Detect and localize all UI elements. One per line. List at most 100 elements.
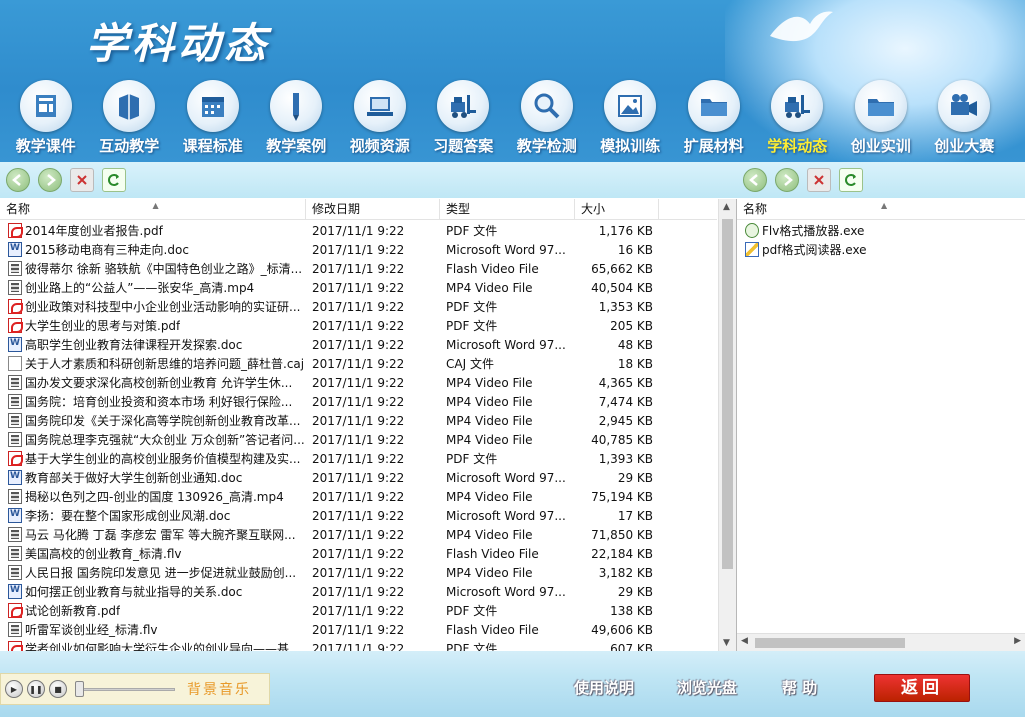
arrow-left-icon <box>749 174 758 186</box>
file-date: 2017/11/1 9:22 <box>312 451 405 466</box>
return-button[interactable]: 返回 <box>874 674 970 702</box>
file-row[interactable]: 学者创业如何影响大学衍生企业的创业导向——基... 2017/11/1 9:22 P… <box>0 639 659 651</box>
vertical-scrollbar[interactable]: ▲ ▼ <box>718 199 736 651</box>
back-nav-button[interactable] <box>6 168 30 192</box>
nav-item-7[interactable]: 模拟训练 <box>589 80 673 156</box>
nav-item-2[interactable]: 课程标准 <box>171 80 255 156</box>
refresh-button[interactable] <box>102 168 126 192</box>
nav-label: 教学课件 <box>15 137 76 155</box>
file-row[interactable]: 国务院印发《关于深化高等学院创新创业教育改革... 2017/11/1 9:22 M… <box>0 411 659 430</box>
nav-item-4[interactable]: 视频资源 <box>338 80 422 156</box>
scroll-right-icon[interactable]: ▶ <box>1014 636 1021 646</box>
file-row[interactable]: 国务院总理李克强就“大众创业 万众创新”答记者问... 2017/11/1 9:2… <box>0 430 659 449</box>
column-size[interactable]: 大小 <box>575 199 659 220</box>
nav-item-1[interactable]: 互动教学 <box>88 80 172 156</box>
file-date: 2017/11/1 9:22 <box>312 261 405 276</box>
nav-item-9[interactable]: 学科动态 <box>756 80 840 156</box>
refresh-button-right[interactable] <box>839 168 863 192</box>
forward-nav-button[interactable] <box>38 168 62 192</box>
file-row[interactable]: 李扬：要在整个国家形成创业风潮.doc 2017/11/1 9:22 Microso… <box>0 506 659 525</box>
back-nav-button-right[interactable] <box>743 168 767 192</box>
file-row[interactable]: 创业路上的“公益人”——张安华_高清.mp4 2017/11/1 9:22 MP4 … <box>0 278 659 297</box>
file-size: 138 KB <box>610 603 653 618</box>
file-row[interactable]: 国办发文要求深化高校创新创业教育 允许学生休... 2017/11/1 9:22 M… <box>0 373 659 392</box>
file-size: 65,662 KB <box>591 261 653 276</box>
nav-item-3[interactable]: 教学案例 <box>255 80 339 156</box>
file-row[interactable]: 高职学生创业教育法律课程开发探索.doc 2017/11/1 9:22 Micros… <box>0 335 659 354</box>
nav-label: 创业大赛 <box>934 137 995 155</box>
file-size: 49,606 KB <box>591 622 653 637</box>
app-header: 学科动态 教学课件 互动教学 课程标准 教学案例 视频资源 习题答案 教学检测 模拟训练 扩展材… <box>0 0 1025 162</box>
file-type: Flash Video File <box>446 546 539 561</box>
file-row[interactable]: pdf格式阅读器.exe <box>737 240 1017 259</box>
file-size: 29 KB <box>617 584 653 599</box>
help-button[interactable]: 帮 助 <box>782 677 817 698</box>
file-name-cell: 国办发文要求深化高校创新创业教育 允许学生休... <box>0 374 306 391</box>
manual-button[interactable]: 使用说明 <box>574 677 634 698</box>
book-icon <box>103 80 156 132</box>
scroll-left-icon[interactable]: ◀ <box>741 636 748 646</box>
file-name-cell: 高职学生创业教育法律课程开发探索.doc <box>0 336 306 353</box>
file-date: 2017/11/1 9:22 <box>312 223 405 238</box>
file-row[interactable]: 听雷军谈创业经_标清.flv 2017/11/1 9:22 Flash Video … <box>0 620 659 639</box>
pause-button[interactable]: ❚❚ <box>27 680 45 698</box>
file-row[interactable]: 人民日报 国务院印发意见 进一步促进就业鼓励创... 2017/11/1 9:22… <box>0 563 659 582</box>
file-date: 2017/11/1 9:22 <box>312 470 405 485</box>
file-type: PDF 文件 <box>446 319 498 333</box>
file-size: 40,504 KB <box>591 280 653 295</box>
file-row[interactable]: 基于大学生创业的高校创业服务价值模型构建及实... 2017/11/1 9:22 P… <box>0 449 659 468</box>
horizontal-scrollbar[interactable]: ◀ ▶ <box>737 633 1025 651</box>
file-size: 1,353 KB <box>598 299 653 314</box>
column-date[interactable]: 修改日期 <box>306 199 440 220</box>
right-column-name[interactable]: ▲ 名称 <box>737 199 1025 220</box>
nav-item-0[interactable]: 教学课件 <box>4 80 88 156</box>
volume-slider[interactable] <box>75 680 175 698</box>
stop-button[interactable] <box>70 168 94 192</box>
file-row[interactable]: 创业政策对科技型中小企业创业活动影响的实证研... 2017/11/1 9:22 P… <box>0 297 659 316</box>
file-row[interactable]: 大学生创业的思考与对策.pdf 2017/11/1 9:22 PDF 文件 205 K… <box>0 316 659 335</box>
column-name[interactable]: ▲ 名称 <box>0 199 306 220</box>
file-name: 基于大学生创业的高校创业服务价值模型构建及实... <box>25 452 301 466</box>
nav-item-5[interactable]: 习题答案 <box>422 80 506 156</box>
stop-music-button[interactable]: ■ <box>49 680 67 698</box>
right-file-rows: Flv格式播放器.exe pdf格式阅读器.exe <box>737 221 1017 259</box>
file-row[interactable]: 揭秘以色列之四-创业的国度 130926_高清.mp4 2017/11/1 9:2… <box>0 487 659 506</box>
file-date: 2017/11/1 9:22 <box>312 622 405 637</box>
nav-item-8[interactable]: 扩展材料 <box>672 80 756 156</box>
file-date: 2017/11/1 9:22 <box>312 527 405 542</box>
file-size: 2,945 KB <box>598 413 653 428</box>
page-title: 学科动态 <box>86 19 271 68</box>
play-button[interactable]: ▶ <box>5 680 23 698</box>
nav-item-11[interactable]: 创业大赛 <box>923 80 1007 156</box>
scroll-down-icon[interactable]: ▼ <box>723 638 730 648</box>
file-row[interactable]: 彼得蒂尔 徐新 骆轶航《中国特色创业之路》_标清... 2017/11/1 9:2… <box>0 259 659 278</box>
file-date: 2017/11/1 9:22 <box>312 337 405 352</box>
file-row[interactable]: 教育部关于做好大学生创新创业通知.doc 2017/11/1 9:22 Micros… <box>0 468 659 487</box>
forward-nav-button-right[interactable] <box>775 168 799 192</box>
file-row[interactable]: 美国高校的创业教育_标清.flv 2017/11/1 9:22 Flash Vide… <box>0 544 659 563</box>
browse-disc-button[interactable]: 浏览光盘 <box>677 677 737 698</box>
file-row[interactable]: 2014年度创业者报告.pdf 2017/11/1 9:22 PDF 文件 1,176… <box>0 221 659 240</box>
file-size: 18 KB <box>617 356 653 371</box>
scroll-up-icon[interactable]: ▲ <box>723 202 730 212</box>
vid-file-icon <box>8 413 22 428</box>
nav-item-10[interactable]: 创业实训 <box>839 80 923 156</box>
file-row[interactable]: 国务院：培育创业投资和资本市场 利好银行保险... 2017/11/1 9:22 M… <box>0 392 659 411</box>
file-row[interactable]: Flv格式播放器.exe <box>737 221 1017 240</box>
stop-button-right[interactable] <box>807 168 831 192</box>
arrow-right-icon <box>784 174 793 186</box>
file-row[interactable]: 如何摆正创业教育与就业指导的关系.doc 2017/11/1 9:22 Micros… <box>0 582 659 601</box>
file-row[interactable]: 马云 马化腾 丁磊 李彦宏 雷军 等大腕齐聚互联网... 2017/11/1 9:… <box>0 525 659 544</box>
file-type: Flash Video File <box>446 261 539 276</box>
column-type[interactable]: 类型 <box>440 199 575 220</box>
scroll-thumb[interactable] <box>722 219 733 569</box>
file-name: 国务院印发《关于深化高等学院创新创业教育改革... <box>25 414 301 428</box>
file-row[interactable]: 关于人才素质和科研创新思维的培养问题_薛杜普.caj 2017/11/1 9:22… <box>0 354 659 373</box>
file-row[interactable]: 2015移动电商有三种走向.doc 2017/11/1 9:22 Microsoft… <box>0 240 659 259</box>
vid-file-icon <box>8 394 22 409</box>
nav-item-6[interactable]: 教学检测 <box>505 80 589 156</box>
file-row[interactable]: 试论创新教育.pdf 2017/11/1 9:22 PDF 文件 138 KB <box>0 601 659 620</box>
file-type: Microsoft Word 97... <box>446 470 566 485</box>
h-scroll-thumb[interactable] <box>755 638 905 648</box>
volume-knob[interactable] <box>75 681 84 697</box>
